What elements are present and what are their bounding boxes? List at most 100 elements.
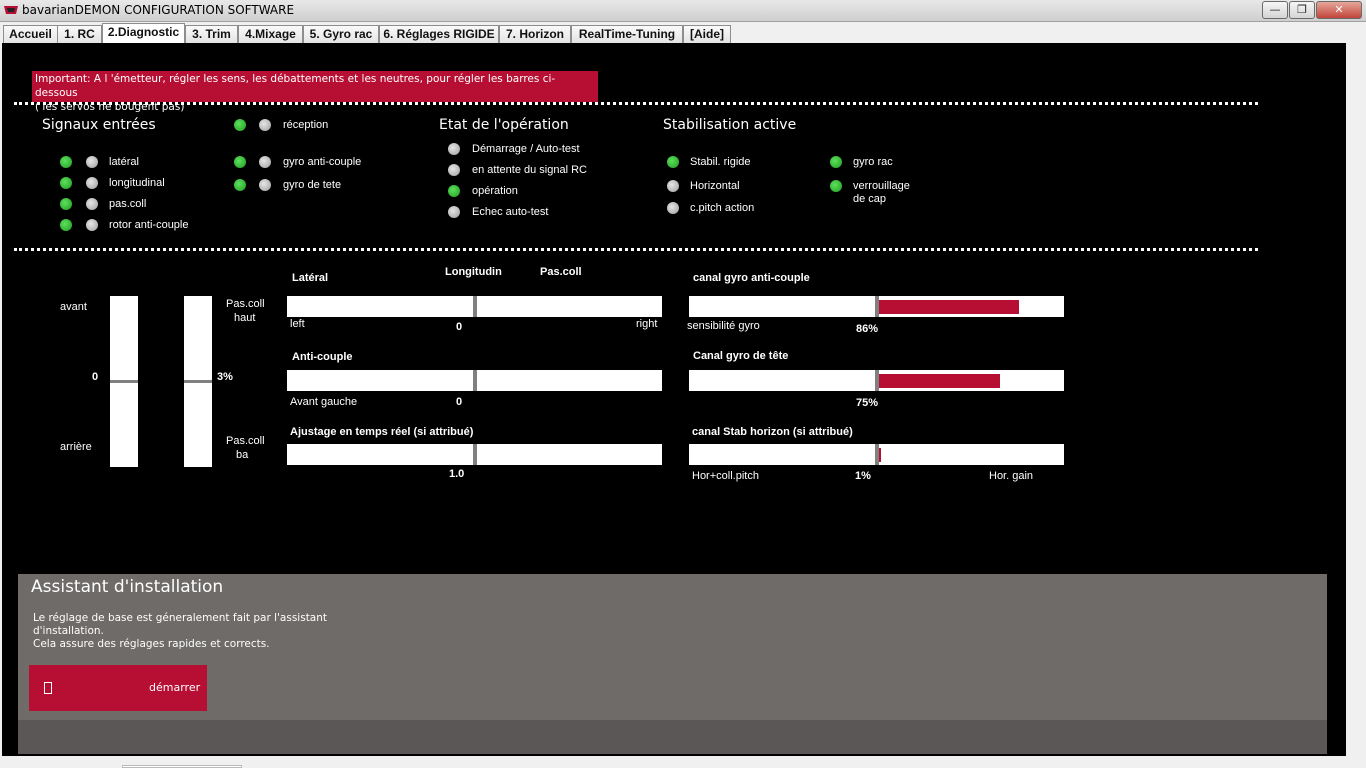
stab-horizon-title: canal Stab horizon (si attribué): [692, 426, 853, 438]
ajustage-value: 1.0: [449, 468, 465, 480]
led-lateral-a: [60, 156, 72, 168]
separator: [14, 102, 1258, 105]
important-line-1: Important: A l 'émetteur, régler les sen…: [35, 73, 556, 99]
tab-trim[interactable]: 3. Trim: [185, 25, 238, 43]
gyro-anticouple-value: 86%: [856, 323, 879, 335]
op-operation-label: opération: [472, 185, 518, 197]
led-gyro-tete-b: [259, 179, 271, 191]
gyro-anticouple-title: canal gyro anti-couple: [693, 272, 810, 284]
tab-reglages-rigide[interactable]: 6. Réglages RIGIDE: [379, 25, 499, 43]
stab-horizon-right-label: Hor. gain: [989, 470, 1034, 482]
signal-reception-label: réception: [283, 119, 329, 131]
wizard-line-2: d'installation.: [33, 625, 104, 637]
signal-gyro-tete-label: gyro de tete: [283, 179, 342, 191]
gyro-anticouple-bar-fill: [879, 300, 1019, 314]
setup-wizard-panel: Assistant d'installation Le réglage de b…: [18, 574, 1327, 754]
tab-realtime-tuning[interactable]: RealTime-Tuning: [571, 25, 683, 43]
ajustage-title: Ajustage en temps réel (si attribué): [290, 426, 474, 438]
stab-gyro-rac-label: gyro rac: [853, 156, 893, 168]
lateral-left-label: left: [290, 318, 305, 330]
tab-rc[interactable]: 1. RC: [57, 25, 102, 43]
led-verrouillage: [830, 180, 842, 192]
led-reception-a: [234, 119, 246, 131]
stab-rigide-label: Stabil. rigide: [690, 156, 751, 168]
anticouple-sub-label: Avant gauche: [290, 396, 358, 408]
gyro-anticouple-bar: [689, 296, 1064, 317]
stick-avant-label: avant: [60, 301, 87, 313]
tab-horizon[interactable]: 7. Horizon: [499, 25, 571, 43]
lateral-bar: [287, 296, 662, 317]
led-gyro-anticouple-a: [234, 156, 246, 168]
stab-horizon-bar-fill: [879, 448, 881, 462]
signals-heading: Signaux entrées: [42, 117, 156, 133]
operation-heading: Etat de l'opération: [439, 117, 569, 133]
gyro-tete-value: 75%: [856, 397, 879, 409]
op-attente-label: en attente du signal RC: [472, 164, 587, 176]
led-gyro-anticouple-b: [259, 156, 271, 168]
stab-horizon-bar: [689, 444, 1064, 465]
tab-aide[interactable]: [Aide]: [683, 25, 731, 43]
led-cpitch: [667, 202, 679, 214]
bar-center-marker: [184, 380, 212, 383]
longitudinal-vertical-bar: [110, 296, 138, 467]
gyro-tete-bar: [689, 370, 1064, 391]
gyro-tete-bar-fill: [879, 374, 1000, 388]
wizard-line-3: Cela assure des réglages rapides et corr…: [33, 638, 270, 650]
stab-horizon-value: 1%: [855, 470, 871, 482]
minimize-button[interactable]: —: [1262, 1, 1288, 19]
bar-center-marker: [473, 296, 477, 317]
op-demarrage-label: Démarrage / Auto-test: [472, 143, 580, 155]
led-lateral-b: [86, 156, 98, 168]
led-stabil-rigide: [667, 156, 679, 168]
maximize-button[interactable]: ❐: [1289, 1, 1315, 19]
longitudin-title: Longitudin: [445, 266, 502, 278]
stabilisation-heading: Stabilisation active: [663, 117, 797, 133]
led-rotor-a: [60, 219, 72, 231]
stick-zero-label: 0: [92, 371, 99, 383]
anticouple-value: 0: [456, 396, 463, 408]
signal-longitudinal-label: longitudinal: [109, 177, 165, 189]
led-longitudinal-b: [86, 177, 98, 189]
wizard-title: Assistant d'installation: [31, 577, 224, 597]
pascoll-bas-label-1: Pas.coll: [226, 435, 265, 447]
tab-bar: Accueil 1. RC 2.Diagnostic 3. Trim 4.Mix…: [0, 22, 1366, 43]
bar-center-marker: [473, 444, 477, 465]
led-attente: [448, 164, 460, 176]
pascoll-bas-label-2: ba: [236, 449, 249, 461]
bar-center-marker: [110, 380, 138, 383]
gyro-tete-title: Canal gyro de tête: [693, 350, 789, 362]
remote-icon: [44, 682, 52, 694]
stick-arriere-label: arrière: [60, 441, 92, 453]
anticouple-title: Anti-couple: [292, 351, 353, 363]
tab-mixage[interactable]: 4.Mixage: [238, 25, 303, 43]
diagnostic-panel: Important: A l 'émetteur, régler les sen…: [2, 43, 1346, 756]
pascoll-haut-label-2: haut: [234, 312, 256, 324]
signal-lateral-label: latéral: [109, 156, 139, 168]
stab-horizon-left-label: Hor+coll.pitch: [692, 470, 759, 482]
tab-diagnostic[interactable]: 2.Diagnostic: [102, 23, 185, 43]
lateral-value: 0: [456, 321, 463, 333]
wizard-line-1: Le réglage de base est géneralement fait…: [33, 612, 328, 624]
start-wizard-button[interactable]: démarrer: [29, 665, 207, 711]
bar-center-marker: [473, 370, 477, 391]
pascoll-vertical-bar: [184, 296, 212, 467]
pascoll-haut-label-1: Pas.coll: [226, 298, 265, 310]
title-bar: bavarianDEMON CONFIGURATION SOFTWARE — ❐…: [0, 0, 1366, 22]
led-horizontal: [667, 180, 679, 192]
led-rotor-b: [86, 219, 98, 231]
stab-horizontal-label: Horizontal: [690, 180, 740, 192]
led-reception-b: [259, 119, 271, 131]
tab-gyro-rac[interactable]: 5. Gyro rac: [303, 25, 379, 43]
op-echec-label: Echec auto-test: [472, 206, 549, 218]
ajustage-bar: [287, 444, 662, 465]
stab-cpitch-label: c.pitch action: [690, 202, 755, 214]
lateral-title: Latéral: [292, 272, 329, 284]
led-demarrage: [448, 143, 460, 155]
gyro-anticouple-sub-label: sensibilité gyro: [687, 320, 760, 332]
signal-rotor-label: rotor anti-couple: [109, 219, 189, 231]
led-gyro-rac: [830, 156, 842, 168]
tab-accueil[interactable]: Accueil: [3, 25, 58, 43]
close-button[interactable]: ✕: [1316, 1, 1362, 19]
start-button-label: démarrer: [149, 681, 201, 694]
led-operation: [448, 185, 460, 197]
